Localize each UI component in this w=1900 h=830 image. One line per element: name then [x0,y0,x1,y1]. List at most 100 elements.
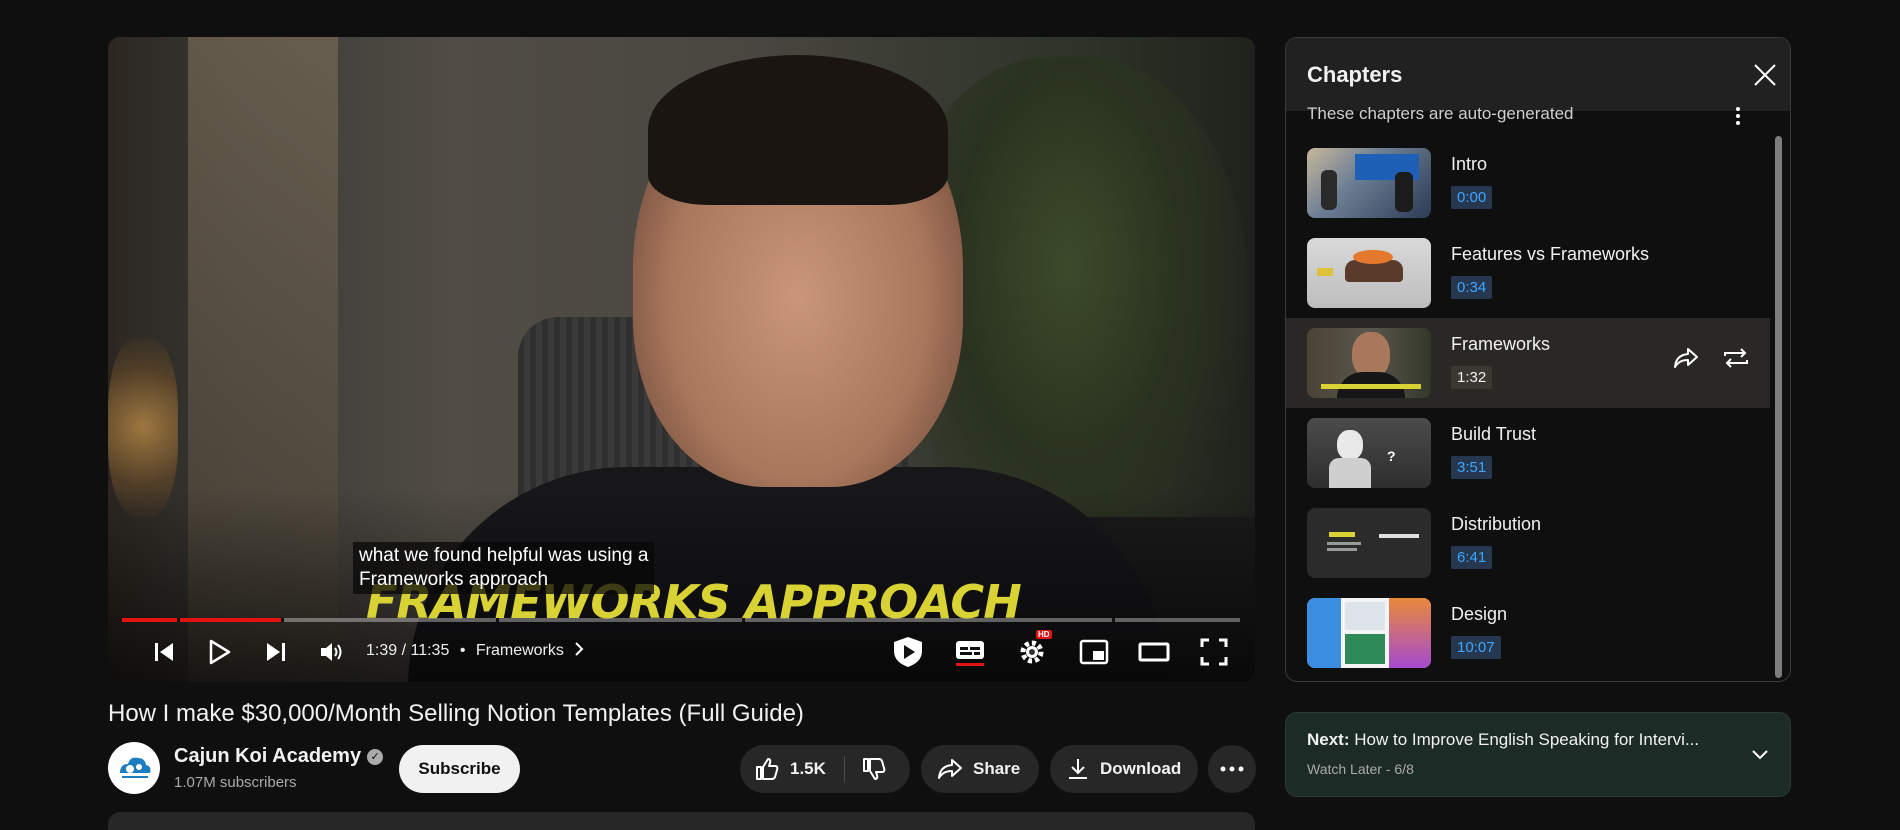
share-icon [938,759,962,779]
subtitles-icon [956,641,984,666]
next-up-bar[interactable]: Next: How to Improve English Speaking fo… [1285,712,1791,797]
video-player[interactable]: FRAMEWORKS APPROACH what we found helpfu… [108,37,1255,682]
caption-line-1: what we found helpful was using a [359,545,649,566]
chapter-label: Build Trust [1451,424,1537,444]
more-horizontal-icon [1220,766,1244,772]
thumb-flame [1353,250,1393,264]
thumb-figure [1321,170,1337,210]
next-icon [267,643,285,661]
chapter-item-frameworks[interactable]: Frameworks 1:32 [1286,318,1770,408]
like-dislike-group: 1.5K [740,745,910,793]
next-button[interactable] [256,627,296,677]
chapter-label: Frameworks [1451,334,1551,354]
subtitles-button[interactable] [948,627,992,677]
download-button[interactable]: Download [1050,745,1198,793]
channel-name[interactable]: Cajun Koi Academy ✓ [174,745,384,768]
description-box[interactable] [108,812,1255,830]
thumb-panel-gradient [1389,598,1431,668]
thumb-marketplace-label [1379,534,1419,538]
thumb-text-line [1327,548,1357,551]
subscribe-button[interactable]: Subscribe [399,745,520,793]
chapter-label: Design [1451,604,1508,624]
download-icon [1069,759,1087,779]
chapter-share-button[interactable] [1668,340,1704,376]
chapter-timestamp[interactable]: 3:51 [1451,456,1493,479]
chapter-thumbnail [1307,598,1431,668]
thumb-question-mark: ? [1387,448,1396,464]
thumb-card [1345,634,1385,664]
expand-button[interactable] [1746,741,1774,769]
progress-bar[interactable] [122,618,1240,622]
chapter-label: Intro [1451,154,1488,174]
previous-button[interactable] [144,627,184,677]
video-title: How I make $30,000/Month Selling Notion … [108,700,804,727]
next-up-line: Next: How to Improve English Speaking fo… [1307,730,1699,750]
share-label: Share [973,759,1021,778]
theater-button[interactable] [1132,627,1176,677]
thumb-media-label [1329,532,1355,537]
volume-button[interactable] [312,627,352,677]
chapter-item-design[interactable]: Design 10:07 [1286,588,1770,678]
progress-played [122,618,281,622]
chapter-thumbnail [1307,328,1431,398]
chapter-timestamp[interactable]: 0:00 [1451,186,1493,209]
chapter-thumbnail [1307,238,1431,308]
shield-play-button[interactable] [886,627,930,677]
share-button[interactable]: Share [921,745,1039,793]
more-vertical-icon [1736,107,1740,125]
thumb-panel-blue [1307,598,1341,668]
player-controls: 1:39 / 11:35 • Frameworks HD [108,627,1255,677]
thumb-figure-body [1329,458,1371,488]
caption-line-2: Frameworks approach [359,569,549,590]
chapter-item-intro[interactable]: Intro 0:00 [1286,138,1770,228]
chapter-marker [281,618,284,622]
chapter-thumbnail [1307,508,1431,578]
auto-generated-note: These chapters are auto-generated [1307,104,1574,123]
thumb-overlay-bar [1321,384,1421,389]
settings-icon [1020,640,1044,664]
chapters-menu-button[interactable] [1728,104,1748,128]
verified-icon: ✓ [367,748,384,765]
thumb-tag [1317,268,1333,276]
fullscreen-button[interactable] [1192,627,1236,677]
chapters-scrollbar[interactable] [1775,136,1782,678]
chapter-label[interactable]: Frameworks [476,642,564,659]
chapter-item-features-vs-frameworks[interactable]: Features vs Frameworks 0:34 [1286,228,1770,318]
like-count: 1.5K [790,759,826,778]
like-button[interactable]: 1.5K [740,745,844,793]
chapter-marker [496,618,499,622]
download-button-content: Download [1050,745,1197,793]
more-actions-button[interactable] [1208,745,1256,793]
next-playlist-info: Watch Later - 6/8 [1307,761,1414,777]
channel-name-text[interactable]: Cajun Koi Academy [174,745,361,768]
chapter-timestamp[interactable]: 1:32 [1451,366,1493,389]
chapter-chevron-icon[interactable] [574,642,584,656]
thumbs-down-icon [862,758,886,780]
chapter-timestamp[interactable]: 0:34 [1451,276,1493,299]
settings-button[interactable]: HD [1010,627,1054,677]
close-button[interactable] [1750,60,1780,90]
thumb-figure-head [1337,430,1363,460]
time-separator: / [401,642,407,659]
time-display: 1:39 / 11:35 • Frameworks [366,642,584,660]
chapter-item-build-trust[interactable]: ? Build Trust 3:51 [1286,408,1770,498]
thumb-figure [1395,172,1413,212]
miniplayer-button[interactable] [1072,627,1116,677]
share-button-content: Share [921,745,1036,793]
channel-avatar[interactable] [108,742,160,794]
dislike-button[interactable] [845,745,903,793]
time-bullet: • [459,642,466,659]
chapter-loop-button[interactable] [1718,340,1754,376]
thumbs-up-icon [756,758,779,780]
chapter-label: Distribution [1451,514,1542,534]
chapter-thumbnail [1307,148,1431,218]
shield-play-icon [894,637,922,667]
chapter-item-distribution[interactable]: Distribution 6:41 [1286,498,1770,588]
chapter-timestamp[interactable]: 6:41 [1451,546,1493,569]
current-time: 1:39 [366,642,398,659]
next-prefix: Next: [1307,730,1350,749]
close-icon [1754,64,1776,86]
play-button[interactable] [200,627,240,677]
thumb-text-line [1327,542,1361,545]
chapter-timestamp[interactable]: 10:07 [1451,636,1501,659]
